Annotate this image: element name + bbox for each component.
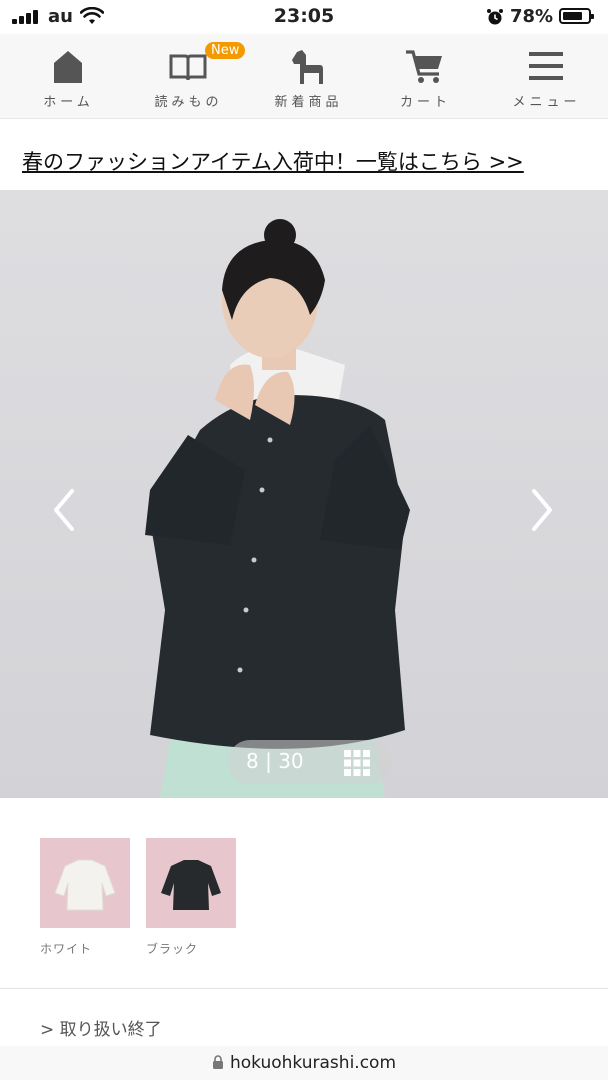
counter-separator: | [265, 749, 272, 773]
variant-black-label: ブラック [146, 942, 199, 956]
variant-black-swatch[interactable] [146, 838, 236, 928]
battery-percent: 78% [510, 6, 554, 27]
availability-status[interactable]: > 取り扱い終了 [40, 1015, 162, 1040]
variant-white-swatch[interactable] [40, 838, 130, 928]
nav-new-items-label: 新着商品 [274, 95, 343, 110]
browser-url-bar[interactable]: hokuohkurashi.com [0, 1046, 608, 1080]
status-bar: au 23:05 78% [0, 0, 608, 34]
total-image-count: 30 [278, 749, 304, 773]
spring-fashion-promo-link[interactable]: 春のファッションアイテム入荷中！一覧はこちら >> [22, 146, 524, 176]
nav-home-label: ホーム [43, 95, 94, 110]
nav-home[interactable]: ホーム [8, 34, 129, 118]
nav-cart[interactable]: カート [365, 34, 486, 118]
nav-new-items[interactable]: 新着商品 [248, 34, 369, 118]
lock-icon [212, 1055, 223, 1069]
variant-white-label: ホワイト [40, 942, 93, 956]
image-counter-text: 8 | 30 [246, 749, 304, 773]
grid-icon[interactable] [344, 750, 370, 776]
battery-icon [559, 8, 594, 24]
horse-icon [292, 50, 323, 84]
top-navigation: ホーム New 読みもの 新着商品 カート メニュー [0, 34, 608, 119]
divider [0, 988, 608, 989]
product-photo[interactable] [0, 190, 608, 798]
model-photo-illustration [0, 190, 608, 798]
book-icon [169, 54, 207, 81]
nav-reading-label: 読みもの [154, 95, 223, 110]
url-text: hokuohkurashi.com [229, 1053, 396, 1073]
url-display: hokuohkurashi.com [0, 1053, 608, 1073]
nav-menu[interactable]: メニュー [486, 34, 607, 118]
image-counter: 8 | 30 [228, 740, 392, 784]
cart-icon [406, 50, 442, 83]
current-image-number: 8 [246, 749, 259, 773]
nav-cart-label: カート [399, 95, 451, 110]
menu-icon [529, 52, 563, 80]
battery-fill [563, 12, 582, 20]
chevron-left-icon[interactable] [44, 485, 84, 535]
alarm-icon [487, 9, 503, 25]
nav-reading[interactable]: New 読みもの [128, 34, 249, 118]
nav-menu-label: メニュー [512, 95, 581, 110]
chevron-right-icon[interactable] [522, 485, 562, 535]
home-icon [54, 51, 82, 83]
new-badge: New [205, 42, 246, 59]
